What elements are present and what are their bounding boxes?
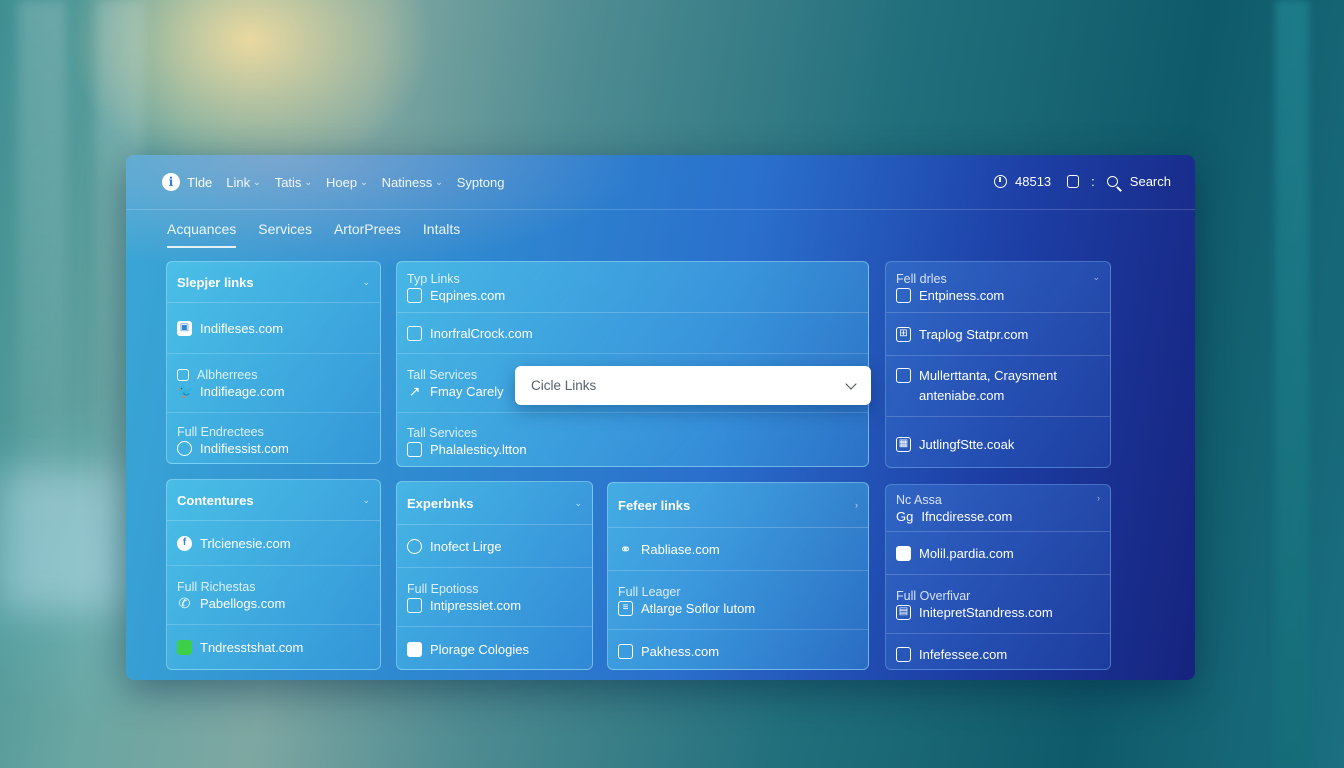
folder-icon: [896, 545, 911, 561]
lock-icon: ▣: [177, 320, 192, 336]
table-icon: ▤: [896, 604, 911, 620]
search-label[interactable]: Search: [1130, 174, 1171, 189]
nav-item-syptong[interactable]: Syptong: [457, 175, 505, 190]
list-item[interactable]: Pakhess.com: [608, 630, 868, 669]
list-item[interactable]: Full Epotioss Intipressiet.com: [397, 568, 592, 627]
list-item[interactable]: ⚭ Rabliase.com: [608, 528, 868, 571]
chevron-right-icon: ›: [1097, 492, 1100, 503]
list-item[interactable]: Mullerttanta, Craysment anteniabe.com: [886, 356, 1110, 417]
brand-label: Tlde: [187, 174, 213, 190]
mail-icon: [896, 646, 911, 662]
list-item[interactable]: Full Overfivar ▤ InitepretStandress.com: [886, 575, 1110, 634]
card-typ-links: Typ Links Eqpines.com InorfralCrock.com …: [396, 261, 869, 467]
card-experbnks: Experbnks ⌄ Inofect Lirge Full Epotioss I…: [396, 481, 593, 670]
card-header[interactable]: Slepjer links ⌄: [167, 262, 380, 303]
list-item[interactable]: Full Endrectees Indifiessist.com: [167, 413, 380, 463]
list-item[interactable]: f Trlcienesie.com: [167, 521, 380, 566]
counter: 48513: [1015, 174, 1052, 189]
tab-acquances[interactable]: Acquances: [167, 221, 237, 248]
list-item[interactable]: Full Richestas ✆ Pabellogs.com: [167, 566, 380, 625]
list-item[interactable]: Molil.pardia.com: [886, 532, 1110, 575]
square-icon: [177, 368, 189, 381]
share-icon: ⚭: [619, 540, 632, 557]
chart-icon: ↗: [408, 382, 421, 399]
chevron-down-icon: ⌄: [360, 176, 368, 187]
nav-left: i Tlde Link ⌄ Tatis ⌄ Hoep ⌄ Natiness ⌄ Sypt…: [162, 173, 504, 191]
list-item[interactable]: Nc Assa › Gg Ifncdiresse.com: [886, 485, 1110, 532]
list-item[interactable]: Infefessee.com: [886, 634, 1110, 669]
links-dropdown[interactable]: Cicle Links: [515, 366, 871, 405]
nav-item-hoep[interactable]: Hoep ⌄: [326, 175, 368, 190]
nav-item-natiness[interactable]: Natiness ⌄: [382, 175, 443, 190]
tab-services[interactable]: Services: [258, 221, 312, 248]
facebook-icon: f: [177, 535, 192, 551]
card-icon: [407, 325, 422, 341]
card-nc-assa: Nc Assa › Gg Ifncdiresse.com Molil.pardia.…: [885, 484, 1111, 670]
chevron-down-icon: ⌄: [1092, 271, 1100, 282]
list-item[interactable]: ⊞ Traplog Statpr.com: [886, 313, 1110, 356]
list-item[interactable]: Tndresstshat.com: [167, 625, 380, 669]
grid-icon: [407, 597, 422, 613]
list-item[interactable]: Albherrees 🐦 Indifieage.com: [167, 354, 380, 413]
clock-icon: [994, 175, 1008, 188]
nav-right: 48513 : Search: [994, 174, 1171, 189]
card-header[interactable]: Fefeer links ›: [608, 483, 868, 528]
chevron-right-icon: ›: [855, 500, 858, 510]
list-item[interactable]: InorfralCrock.com: [397, 313, 868, 354]
info-icon: i: [162, 173, 180, 191]
list-item[interactable]: Inofect Lirge: [397, 525, 592, 568]
cart-icon[interactable]: [1067, 175, 1080, 188]
chevron-down-icon: ⌄: [435, 176, 443, 187]
calculator-icon: ▦: [896, 436, 911, 452]
chevron-down-icon: ⌄: [362, 494, 370, 505]
users-icon: [407, 538, 422, 554]
list-item[interactable]: Plorage Cologies: [397, 627, 592, 669]
search-icon[interactable]: [1106, 176, 1118, 187]
chat-icon: [177, 639, 192, 655]
bg-glow: [0, 470, 130, 610]
list-item[interactable]: ▦ JutlingfStte.coak: [886, 417, 1110, 467]
file-icon: [407, 641, 422, 657]
card-fefeer-links: Fefeer links › ⚭ Rabliase.com Full Leager …: [607, 482, 869, 670]
top-nav: i Tlde Link ⌄ Tatis ⌄ Hoep ⌄ Natiness ⌄ Sypt…: [126, 155, 1195, 210]
bg-pillar: [1275, 0, 1309, 768]
card-header[interactable]: Contentures ⌄: [167, 480, 380, 521]
separator-dot: :: [1091, 174, 1095, 189]
tab-artorprees[interactable]: ArtorPrees: [334, 221, 401, 248]
list-icon: ≡: [618, 600, 633, 616]
document-icon: [896, 368, 911, 383]
location-pin-icon: [177, 440, 192, 456]
nav-item-tatis[interactable]: Tatis ⌄: [275, 175, 312, 190]
list-item[interactable]: ▣ Indifleses.com: [167, 303, 380, 354]
list-item[interactable]: Full Leager ≡ Atlarge Soflor lutom: [608, 571, 868, 630]
phone-icon: ✆: [178, 594, 191, 611]
grid-icon: [407, 287, 422, 303]
mail-icon: [896, 287, 911, 303]
chevron-down-icon: ⌄: [574, 497, 582, 508]
card-slepjer-links: Slepjer links ⌄ ▣ Indifleses.com Albherree…: [166, 261, 381, 464]
list-item[interactable]: Typ Links Eqpines.com: [397, 262, 868, 313]
building-icon: [407, 441, 422, 457]
message-icon: [618, 643, 633, 659]
card-header[interactable]: Experbnks ⌄: [397, 482, 592, 525]
list-item[interactable]: Tall Services Phalalesticy.ltton: [397, 413, 868, 466]
dropdown-value: Cicle Links: [531, 378, 597, 393]
tab-intalts[interactable]: Intalts: [423, 221, 460, 248]
tab-bar: Acquances Services ArtorPrees Intalts: [167, 221, 460, 248]
chevron-down-icon: ⌄: [362, 276, 370, 287]
bg-window-1: [18, 0, 66, 520]
brand[interactable]: i Tlde: [162, 173, 212, 191]
chevron-down-icon: ⌄: [304, 176, 312, 187]
window-icon: ⊞: [896, 326, 911, 342]
twitter-icon: 🐦: [177, 382, 195, 399]
nav-item-link[interactable]: Link ⌄: [226, 175, 260, 190]
card-contentures: Contentures ⌄ f Trlcienesie.com Full Riche…: [166, 479, 381, 670]
chevron-down-icon: [845, 377, 857, 390]
chevron-down-icon: ⌄: [253, 176, 261, 187]
list-item[interactable]: Fell drles ⌄ Entpiness.com: [886, 262, 1110, 313]
card-fell-drles: Fell drles ⌄ Entpiness.com ⊞ Traplog Statp…: [885, 261, 1111, 468]
